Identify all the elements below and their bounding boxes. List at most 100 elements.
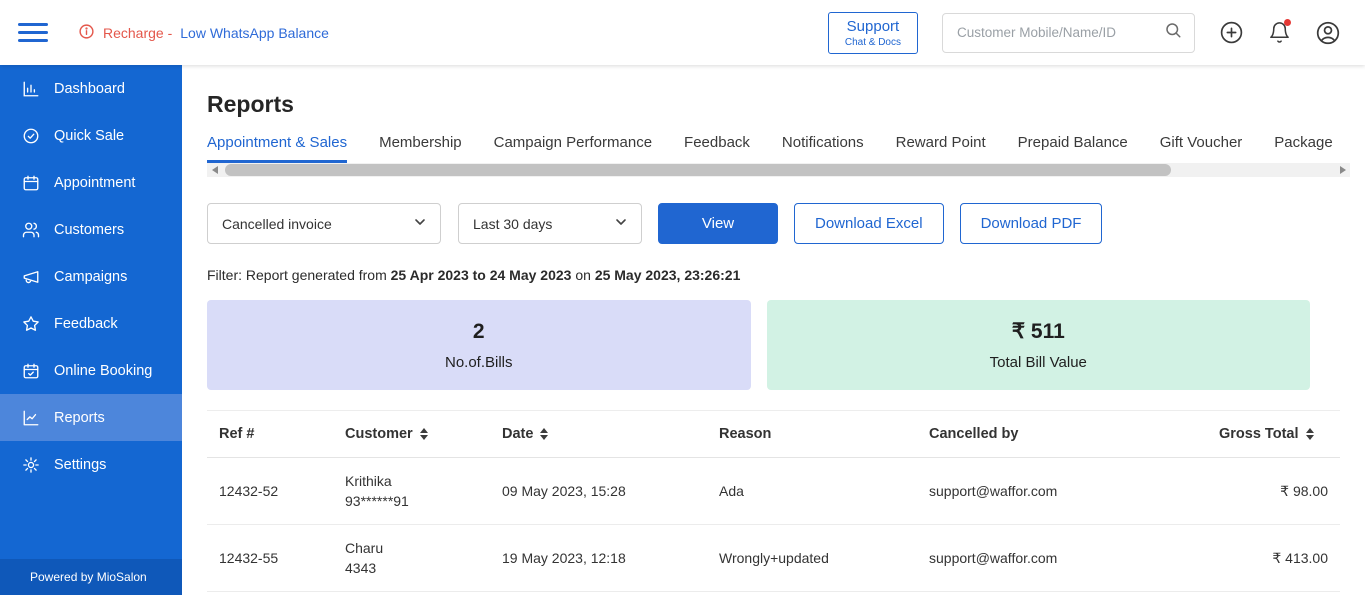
cell-ref: 12432-55: [207, 524, 333, 592]
customer-sub: 93******91: [345, 493, 409, 509]
tab-membership[interactable]: Membership: [379, 134, 462, 163]
sidebar-item-label: Reports: [54, 409, 105, 426]
sidebar-item-label: Feedback: [54, 315, 118, 332]
sort-icon[interactable]: [1305, 428, 1314, 441]
sidebar-nav: Dashboard Quick Sale Appointment Custome…: [0, 65, 182, 595]
support-sublabel: Chat & Docs: [844, 36, 901, 48]
col-reason: Reason: [707, 410, 917, 458]
profile-avatar-icon[interactable]: [1315, 20, 1341, 46]
sort-icon[interactable]: [540, 428, 549, 441]
tab-reward-point[interactable]: Reward Point: [896, 134, 986, 163]
sidebar-item-appointment[interactable]: Appointment: [0, 159, 182, 206]
sidebar-item-label: Settings: [54, 456, 107, 473]
menu-icon[interactable]: [18, 23, 48, 42]
table-header-row: Ref # Customer Date Reason Cancelled by …: [207, 410, 1340, 458]
sidebar-item-feedback[interactable]: Feedback: [0, 300, 182, 347]
check-circle-icon: [22, 127, 40, 145]
sidebar-item-label: Online Booking: [54, 362, 153, 379]
customer-name: Charu: [345, 540, 384, 556]
download-excel-button[interactable]: Download Excel: [794, 203, 944, 244]
tab-gift-voucher[interactable]: Gift Voucher: [1160, 134, 1243, 163]
download-pdf-button[interactable]: Download PDF: [959, 203, 1103, 244]
tab-package[interactable]: Package: [1274, 134, 1332, 163]
bills-count-label: No.of.Bills: [444, 353, 513, 371]
recharge-alert-link[interactable]: Recharge - Low WhatsApp Balance: [78, 23, 329, 43]
sidebar-item-customers[interactable]: Customers: [0, 206, 182, 253]
cell-reason: Wrongly+updated: [707, 524, 917, 592]
cell-gross-total: ₹ 98.00: [1207, 457, 1340, 525]
line-chart-icon: [22, 409, 40, 427]
scroll-right-arrow-icon[interactable]: [1335, 163, 1350, 177]
main-content: Reports Appointment & Sales Membership C…: [182, 65, 1365, 595]
sidebar-item-label: Appointment: [54, 174, 136, 191]
filter-note-timestamp: 25 May 2023, 23:26:21: [594, 267, 741, 283]
scroll-left-arrow-icon[interactable]: [207, 163, 222, 177]
table-row: 12432-55 Charu 4343 19 May 2023, 12:18 W…: [207, 524, 1340, 592]
report-type-value: Cancelled invoice: [222, 215, 332, 232]
sidebar-item-dashboard[interactable]: Dashboard: [0, 65, 182, 112]
filter-controls: Cancelled invoice Last 30 days View Down…: [207, 203, 1310, 244]
sidebar-item-campaigns[interactable]: Campaigns: [0, 253, 182, 300]
add-plus-circle-icon[interactable]: [1219, 20, 1244, 45]
tabs-horizontal-scrollbar[interactable]: [207, 163, 1350, 177]
filter-note-range: 25 Apr 2023 to 24 May 2023: [390, 267, 572, 283]
report-type-select[interactable]: Cancelled invoice: [207, 203, 441, 244]
card-total-bill-value: ₹ 511 Total Bill Value: [766, 300, 1310, 390]
gear-icon: [22, 456, 40, 474]
col-ref: Ref #: [207, 410, 333, 458]
cell-date: 19 May 2023, 12:18: [490, 524, 707, 592]
col-gross-total[interactable]: Gross Total: [1207, 410, 1340, 458]
support-button[interactable]: Support Chat & Docs: [827, 11, 918, 54]
star-icon: [22, 315, 40, 333]
alert-message-text: Low WhatsApp Balance: [180, 24, 329, 41]
cell-cancelled-by: support@waffor.com: [917, 457, 1207, 525]
col-customer[interactable]: Customer: [333, 410, 490, 458]
cell-ref: 12432-52: [207, 457, 333, 525]
filter-note-prefix: Filter: Report generated from: [207, 267, 387, 283]
cell-cancelled-by: support@waffor.com: [917, 524, 1207, 592]
date-range-value: Last 30 days: [473, 215, 553, 232]
megaphone-icon: [22, 268, 40, 286]
tab-prepaid-balance[interactable]: Prepaid Balance: [1018, 134, 1128, 163]
card-no-of-bills: 2 No.of.Bills: [207, 300, 751, 390]
sort-icon[interactable]: [419, 428, 428, 441]
filter-note: Filter: Report generated from 25 Apr 202…: [207, 267, 1310, 283]
view-button[interactable]: View: [658, 203, 778, 244]
cancelled-invoice-table: Ref # Customer Date Reason Cancelled by …: [207, 410, 1340, 592]
cell-reason: Ada: [707, 457, 917, 525]
search-icon[interactable]: [1164, 21, 1182, 44]
sidebar-item-online-booking[interactable]: Online Booking: [0, 347, 182, 394]
sidebar-item-settings[interactable]: Settings: [0, 441, 182, 488]
tab-notifications[interactable]: Notifications: [782, 134, 864, 163]
page-title: Reports: [207, 91, 294, 117]
col-date[interactable]: Date: [490, 410, 707, 458]
scrollbar-thumb[interactable]: [225, 164, 1172, 176]
customer-sub: 4343: [345, 560, 377, 576]
notifications-bell-icon[interactable]: [1268, 19, 1291, 44]
scrollbar-track[interactable]: [222, 163, 1335, 177]
powered-by-footer: Powered by MioSalon: [0, 559, 182, 595]
bar-chart-icon: [22, 80, 40, 98]
top-bar: Recharge - Low WhatsApp Balance Support …: [0, 0, 1365, 65]
warning-info-icon: [78, 23, 95, 43]
notification-badge: [1284, 19, 1291, 26]
bills-count-value: 2: [472, 319, 485, 343]
cell-gross-total: ₹ 413.00: [1207, 524, 1340, 592]
support-label: Support: [846, 17, 900, 35]
chevron-down-icon: [412, 214, 428, 233]
tab-appointment-sales[interactable]: Appointment & Sales: [207, 134, 348, 163]
customer-search-box[interactable]: [942, 12, 1195, 53]
report-tabs: Appointment & Sales Membership Campaign …: [207, 134, 1350, 163]
tab-feedback[interactable]: Feedback: [684, 134, 750, 163]
date-range-select[interactable]: Last 30 days: [458, 203, 642, 244]
calendar-check-icon: [22, 362, 40, 380]
alert-highlight-text: Recharge -: [103, 24, 173, 41]
filter-note-connector: on: [575, 267, 591, 283]
sidebar-item-label: Dashboard: [54, 80, 125, 97]
sidebar-item-reports[interactable]: Reports: [0, 394, 182, 441]
customer-search-input[interactable]: [955, 24, 1164, 41]
cell-date: 09 May 2023, 15:28: [490, 457, 707, 525]
sidebar-item-quick-sale[interactable]: Quick Sale: [0, 112, 182, 159]
cell-customer: Krithika 93******91: [333, 457, 490, 525]
tab-campaign-performance[interactable]: Campaign Performance: [494, 134, 652, 163]
